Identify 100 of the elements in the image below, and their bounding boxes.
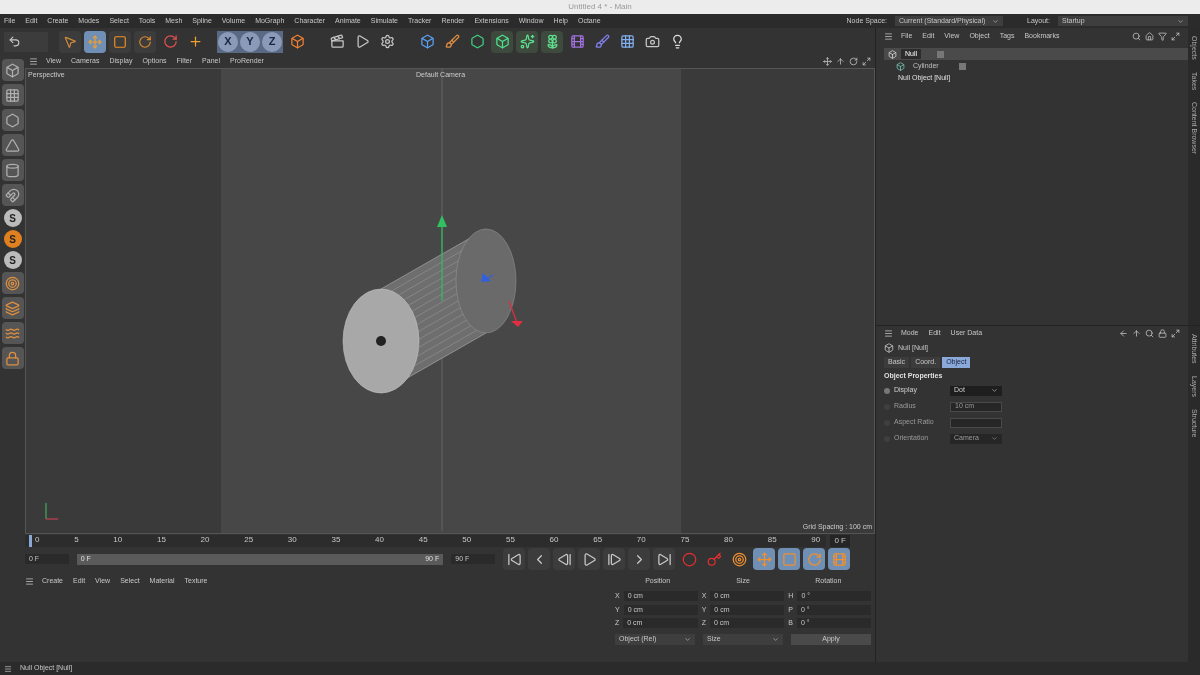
layers-icon	[5, 300, 20, 316]
object-icon	[896, 61, 905, 71]
subdivision-icon	[494, 34, 510, 49]
play-button[interactable]	[578, 548, 600, 570]
effector-button[interactable]	[541, 30, 563, 53]
snap-mode-button[interactable]: S	[3, 251, 22, 269]
lock-icon[interactable]	[1158, 328, 1167, 338]
move-button[interactable]	[84, 30, 106, 53]
spline-pen-icon	[594, 34, 610, 49]
caret-icon	[991, 387, 998, 394]
menu-icon[interactable]	[25, 576, 34, 586]
cube-button[interactable]	[1, 59, 24, 81]
menu-icon[interactable]	[884, 31, 893, 41]
cloner-button[interactable]	[516, 30, 538, 53]
axis-lock-button[interactable]: Z	[262, 31, 282, 52]
camera-icon	[644, 34, 660, 49]
menu-icon[interactable]	[29, 57, 38, 66]
caret-icon	[684, 635, 691, 643]
autokey-icon	[706, 551, 722, 567]
snap-mode-button[interactable]: S	[3, 230, 22, 248]
cube-icon	[419, 34, 435, 49]
caret-icon	[991, 435, 998, 442]
up-arrow-icon[interactable]	[1132, 328, 1141, 338]
layers-button[interactable]	[1, 297, 24, 319]
go-to-end-icon	[656, 551, 672, 567]
frame-tick: 25	[244, 535, 254, 545]
orbit-icon[interactable]	[849, 57, 858, 66]
home-icon[interactable]	[1145, 31, 1154, 41]
checker-icon	[5, 87, 20, 103]
pan-icon[interactable]	[823, 57, 832, 66]
frame-tick: 40	[375, 535, 384, 545]
next-key-button[interactable]	[628, 548, 650, 570]
cube-icon	[5, 62, 20, 78]
current-frame-field[interactable]: 0 F	[830, 535, 850, 547]
rotation-key-button[interactable]	[803, 548, 825, 570]
y-axis-arrow[interactable]	[437, 215, 447, 302]
frame-tick: 60	[549, 535, 559, 545]
axis-lock-button[interactable]: X	[218, 31, 238, 52]
play-icon	[581, 551, 597, 567]
scale-icon	[113, 34, 127, 49]
checker-button[interactable]	[1, 84, 24, 106]
snap-button[interactable]	[1, 184, 24, 206]
frame-tick: 65	[593, 535, 603, 545]
window-title: Untitled 4 * - Main	[568, 1, 632, 13]
go-to-start-button[interactable]	[503, 548, 525, 570]
caret-icon	[1177, 17, 1184, 25]
maximize-icon[interactable]	[1171, 328, 1180, 338]
scale-key-button[interactable]	[778, 548, 800, 570]
frame-tick: 45	[418, 535, 428, 545]
frame-tick: 55	[505, 535, 515, 545]
frame-tick: 20	[200, 535, 210, 545]
next-frame-icon	[606, 551, 622, 567]
maximize-icon[interactable]	[862, 57, 871, 66]
cylinder-drawing[interactable]	[342, 228, 517, 394]
back-arrow-icon[interactable]	[1119, 328, 1128, 338]
frame-tick: 80	[724, 535, 733, 545]
undo-icon[interactable]	[8, 35, 21, 48]
subdivision-button[interactable]	[491, 30, 513, 53]
rotate-button[interactable]	[134, 30, 156, 53]
scale-key-icon	[781, 551, 797, 567]
caret-icon	[992, 17, 1000, 25]
pointer-button[interactable]	[59, 30, 81, 53]
timeline-ruler[interactable]: 0 5 10 15 20 25 30 35 40 45 50 55 60 65 70 75 80 85 90	[25, 535, 827, 547]
lock-icon	[5, 350, 20, 366]
render-view-icon	[354, 34, 370, 49]
polygon-button[interactable]	[1, 109, 24, 131]
snap-mode-button[interactable]: S	[3, 209, 22, 227]
lock-button[interactable]	[1, 347, 24, 369]
next-frame-button[interactable]	[603, 548, 625, 570]
axis-lock-button[interactable]: Y	[240, 31, 260, 52]
polygon-icon	[5, 112, 20, 128]
position-key-icon	[756, 551, 772, 567]
rotation-key-icon	[806, 551, 822, 567]
timeline-button[interactable]	[828, 548, 850, 570]
visibility-toggle[interactable]	[937, 50, 945, 58]
render-region-icon	[329, 34, 345, 49]
filter-icon[interactable]	[1158, 31, 1167, 41]
pointer-icon	[63, 34, 77, 49]
search-icon[interactable]	[1132, 31, 1141, 41]
position-key-button[interactable]	[753, 548, 775, 570]
scale-button[interactable]	[109, 30, 131, 53]
search-icon[interactable]	[1145, 328, 1154, 338]
frame-tick: 70	[636, 535, 646, 545]
move-icon	[88, 34, 102, 49]
frame-tick: 90	[811, 535, 821, 545]
zoom-icon[interactable]	[836, 57, 845, 66]
menu-icon[interactable]	[4, 664, 12, 673]
frame-tick: 85	[767, 535, 777, 545]
visibility-toggle[interactable]	[958, 62, 966, 70]
previous-frame-button[interactable]	[553, 548, 575, 570]
menu-icon[interactable]	[884, 328, 893, 338]
go-to-start-icon	[506, 551, 522, 567]
previous-key-button[interactable]	[528, 548, 550, 570]
frame-tick: 10	[113, 535, 123, 545]
number-field[interactable]	[950, 417, 1002, 428]
cloner-icon	[519, 34, 535, 49]
maximize-icon[interactable]	[1171, 31, 1180, 41]
go-to-end-button[interactable]	[653, 548, 675, 570]
timeline-icon	[831, 551, 847, 567]
render-settings-icon	[379, 34, 395, 49]
